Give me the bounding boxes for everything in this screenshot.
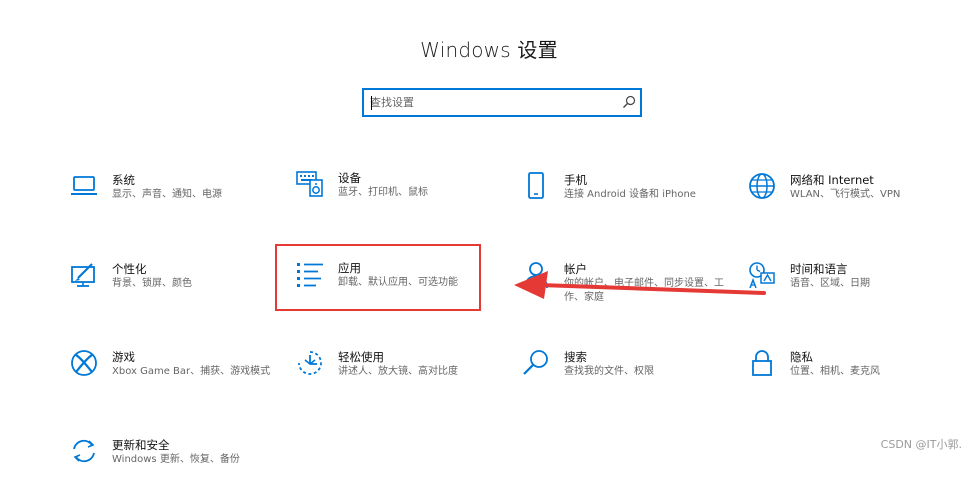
tile-update-security[interactable]: 更新和安全 Windows 更新、恢复、备份 [70,437,280,497]
ease-of-access-icon [298,351,322,375]
tile-system[interactable]: 系统 显示、声音、通知、电源 [70,172,280,232]
tile-description: 背景、锁屏、颜色 [112,278,192,289]
tile-title: 设备 [338,171,361,185]
search-icon[interactable] [622,95,636,109]
tile-apps[interactable]: 应用 卸载、默认应用、可选功能 [296,260,506,320]
tile-time-language[interactable]: 时间和语言 语音、区域、日期 [748,261,958,321]
tile-title: 游戏 [112,350,135,364]
tile-personalization[interactable]: 个性化 背景、锁屏、颜色 [70,261,280,321]
tile-description: 显示、声音、通知、电源 [112,189,222,200]
watermark: CSDN @IT小郭. [880,438,962,451]
tile-phone[interactable]: 手机 连接 Android 设备和 iPhone [522,172,732,232]
time-language-icon [749,262,775,289]
tile-description: 连接 Android 设备和 iPhone [564,189,696,200]
tile-ease-of-access[interactable]: 轻松使用 讲述人、放大镜、高对比度 [296,349,506,409]
tile-network[interactable]: 网络和 Internet WLAN、飞行模式、VPN [748,172,958,232]
tile-privacy[interactable]: 隐私 位置、相机、麦克风 [748,349,958,409]
tile-title: 更新和安全 [112,438,170,452]
search-input[interactable] [370,93,610,111]
tile-description: WLAN、飞行模式、VPN [790,189,901,200]
tile-title: 系统 [112,173,135,187]
tile-title: 个性化 [112,262,147,276]
tile-title: 轻松使用 [338,350,384,364]
magnifier-icon [523,350,548,375]
tile-title: 帐户 [564,262,587,276]
tile-title: 时间和语言 [790,262,848,276]
text-caret [371,96,372,110]
lock-icon [752,350,772,376]
tile-description: 讲述人、放大镜、高对比度 [338,366,458,377]
apps-list-icon [297,263,323,287]
tile-description: 语音、区域、日期 [790,278,870,289]
tile-description: 查找我的文件、权限 [564,366,654,377]
page-title: Windows 设置 [420,38,558,62]
tile-search[interactable]: 搜索 查找我的文件、权限 [522,349,732,409]
phone-icon [528,172,544,199]
tile-description: 位置、相机、麦克风 [790,366,880,377]
tile-accounts[interactable]: 帐户 你的帐户、电子邮件、同步设置、工作、家庭 [522,261,732,321]
xbox-icon [71,350,97,376]
tile-description: Windows 更新、恢复、备份 [112,454,240,465]
person-icon [524,262,548,289]
tile-title: 搜索 [564,350,587,364]
globe-icon [749,173,775,199]
tile-description: 蓝牙、打印机、鼠标 [338,187,428,198]
search-box[interactable] [362,88,642,117]
tile-title: 手机 [564,173,587,187]
sync-icon [73,439,95,463]
tile-title: 网络和 Internet [790,173,874,187]
paint-screen-icon [71,263,95,287]
tile-gaming[interactable]: 游戏 Xbox Game Bar、捕获、游戏模式 [70,349,280,409]
tile-description: Xbox Game Bar、捕获、游戏模式 [112,366,271,377]
tile-devices[interactable]: 设备 蓝牙、打印机、鼠标 [296,170,506,230]
tile-description: 你的帐户、电子邮件、同步设置、工作、家庭 [564,278,724,303]
keyboard-speaker-icon [296,171,323,197]
laptop-icon [71,176,97,195]
tile-title: 应用 [338,261,361,275]
tile-description: 卸载、默认应用、可选功能 [338,277,458,288]
tile-title: 隐私 [790,350,813,364]
